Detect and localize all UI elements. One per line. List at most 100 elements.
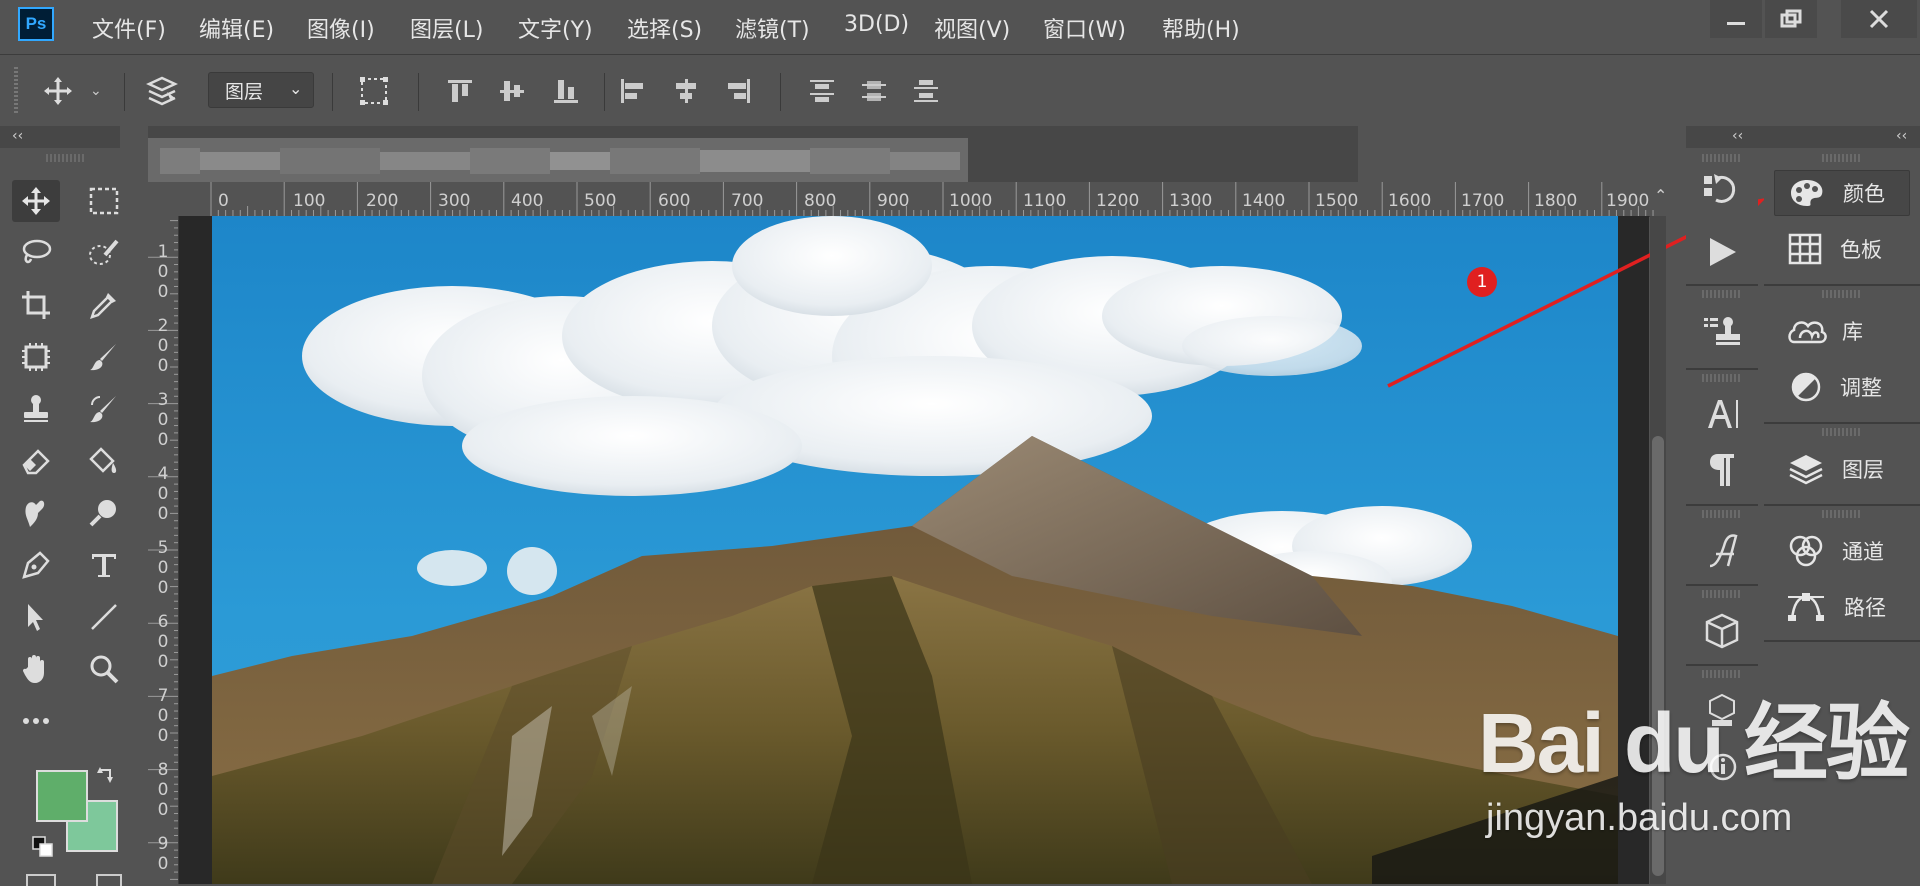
hand-tool[interactable] bbox=[12, 648, 60, 690]
clone-stamp-tool[interactable] bbox=[12, 388, 60, 430]
color-panel-tab[interactable]: 颜色 bbox=[1774, 170, 1910, 216]
move-tool[interactable] bbox=[12, 180, 60, 222]
path-selection-tool[interactable] bbox=[12, 596, 60, 638]
3d-panel-button[interactable] bbox=[1704, 612, 1740, 654]
panel-group-grip[interactable] bbox=[1822, 290, 1862, 298]
align-bottom-button[interactable] bbox=[548, 75, 584, 107]
menu-help[interactable]: 帮助(H) bbox=[1162, 12, 1240, 44]
menu-select[interactable]: 选择(S) bbox=[627, 12, 702, 44]
collapse-icons-column-button[interactable]: ‹‹ bbox=[1732, 128, 1743, 144]
distribute-top-button[interactable] bbox=[804, 75, 840, 107]
align-top-button[interactable] bbox=[442, 75, 478, 107]
options-bar-grip[interactable] bbox=[14, 67, 18, 113]
align-left-button[interactable] bbox=[614, 75, 650, 107]
frame-tool[interactable] bbox=[12, 336, 60, 378]
distribute-vertical-center-button[interactable] bbox=[856, 75, 892, 107]
type-tool[interactable] bbox=[80, 544, 128, 586]
close-window-button[interactable] bbox=[1841, 0, 1917, 38]
menu-edit[interactable]: 编辑(E) bbox=[199, 12, 274, 44]
panel-group-grip[interactable] bbox=[1702, 510, 1742, 518]
show-transform-controls-button[interactable] bbox=[356, 75, 392, 107]
document-tab[interactable] bbox=[148, 138, 968, 182]
line-tool[interactable] bbox=[80, 596, 128, 638]
paragraph-panel-button[interactable] bbox=[1708, 452, 1736, 492]
rectangular-marquee-tool[interactable] bbox=[80, 180, 128, 222]
watermark-url: jingyan.baidu.com bbox=[1486, 797, 1793, 839]
clone-source-panel-button[interactable] bbox=[1702, 314, 1740, 356]
align-right-button[interactable] bbox=[720, 75, 756, 107]
dodge-tool[interactable] bbox=[80, 492, 128, 534]
edit-toolbar-button[interactable] bbox=[12, 700, 60, 742]
restore-button[interactable] bbox=[1765, 0, 1817, 38]
adjustments-panel-tab[interactable]: 调整 bbox=[1774, 364, 1910, 410]
foreground-color-swatch[interactable] bbox=[36, 770, 88, 822]
glyphs-panel-button[interactable] bbox=[1706, 532, 1740, 574]
ruler-origin[interactable] bbox=[148, 182, 179, 217]
character-panel-button[interactable] bbox=[1706, 396, 1740, 440]
tools-panel-grip[interactable] bbox=[46, 154, 86, 162]
brush-icon bbox=[90, 344, 116, 371]
screen-mode-button[interactable] bbox=[96, 874, 122, 886]
menu-file[interactable]: 文件(F) bbox=[92, 12, 166, 44]
panel-group-grip[interactable] bbox=[1702, 290, 1742, 298]
auto-select-layers-icon bbox=[146, 76, 178, 106]
ruler-label: 500 bbox=[584, 191, 617, 211]
arrow-pointer-icon bbox=[28, 604, 43, 631]
panel-group-grip[interactable] bbox=[1702, 590, 1742, 598]
pen-icon bbox=[22, 551, 50, 579]
paint-bucket-tool[interactable] bbox=[80, 440, 128, 482]
swatches-panel-tab[interactable]: 色板 bbox=[1774, 226, 1910, 272]
menu-image[interactable]: 图像(I) bbox=[307, 12, 375, 44]
align-bottom-icon bbox=[554, 80, 578, 103]
panel-group-grip[interactable] bbox=[1702, 374, 1742, 382]
paths-panel-tab[interactable]: 路径 bbox=[1774, 584, 1910, 630]
lasso-tool[interactable] bbox=[12, 232, 60, 274]
vertical-ruler[interactable]: 100 200 300 400 500 600 700 800 90 bbox=[148, 216, 179, 884]
panel-group-grip[interactable] bbox=[1822, 154, 1862, 162]
align-horizontal-center-button[interactable] bbox=[668, 75, 704, 107]
collapse-tools-button[interactable]: ‹‹ bbox=[12, 128, 23, 144]
brush-tool[interactable] bbox=[80, 336, 128, 378]
auto-select-checkbox[interactable] bbox=[144, 75, 180, 107]
layers-panel-tab[interactable]: 图层 bbox=[1774, 446, 1910, 492]
libraries-icon bbox=[1788, 321, 1827, 344]
crop-icon bbox=[22, 291, 50, 319]
collapse-dock-button[interactable]: ‹‹ bbox=[1896, 128, 1907, 144]
menu-bar: Ps 文件(F) 编辑(E) 图像(I) 图层(L) 文字(Y) 选择(S) 滤… bbox=[0, 0, 1920, 54]
menu-window[interactable]: 窗口(W) bbox=[1043, 12, 1126, 44]
auto-select-target-dropdown[interactable]: 图层 ⌄ bbox=[208, 72, 314, 108]
ruler-digit: 0 bbox=[157, 504, 169, 524]
quick-selection-tool[interactable] bbox=[80, 232, 128, 274]
channels-panel-tab[interactable]: 通道 bbox=[1774, 528, 1910, 574]
zoom-tool[interactable] bbox=[80, 648, 128, 690]
libraries-panel-label: 库 bbox=[1842, 320, 1863, 344]
actions-panel-button[interactable] bbox=[1704, 236, 1740, 272]
swap-colors-button[interactable] bbox=[96, 766, 118, 792]
panel-group-grip[interactable] bbox=[1822, 510, 1862, 518]
history-panel-button[interactable] bbox=[1702, 172, 1738, 212]
quick-mask-button[interactable] bbox=[26, 874, 56, 886]
menu-type[interactable]: 文字(Y) bbox=[518, 12, 593, 44]
panel-group-grip[interactable] bbox=[1822, 428, 1862, 436]
default-colors-button[interactable] bbox=[32, 836, 54, 862]
menu-3d[interactable]: 3D(D) bbox=[844, 12, 909, 37]
chevron-down-icon[interactable]: ⌄ bbox=[90, 83, 102, 99]
photoshop-logo[interactable]: Ps bbox=[18, 7, 54, 41]
minimize-button[interactable] bbox=[1710, 0, 1762, 38]
panel-group-grip[interactable] bbox=[1702, 154, 1742, 162]
menu-layer[interactable]: 图层(L) bbox=[410, 12, 483, 44]
distribute-bottom-button[interactable] bbox=[908, 75, 944, 107]
menu-view[interactable]: 视图(V) bbox=[934, 12, 1010, 44]
libraries-panel-tab[interactable]: 库 bbox=[1774, 308, 1910, 354]
smudge-tool[interactable] bbox=[12, 492, 60, 534]
align-vertical-center-button[interactable] bbox=[494, 75, 530, 107]
align-horizontal-center-icon bbox=[676, 79, 696, 103]
menu-filter[interactable]: 滤镜(T) bbox=[735, 12, 810, 44]
eyedropper-tool[interactable] bbox=[80, 284, 128, 326]
ruler-label-vertical: 500 bbox=[156, 538, 170, 598]
history-brush-tool[interactable] bbox=[80, 388, 128, 430]
pen-tool[interactable] bbox=[12, 544, 60, 586]
eraser-tool[interactable] bbox=[12, 440, 60, 482]
move-tool-preset-button[interactable] bbox=[40, 75, 76, 107]
crop-tool[interactable] bbox=[12, 284, 60, 326]
